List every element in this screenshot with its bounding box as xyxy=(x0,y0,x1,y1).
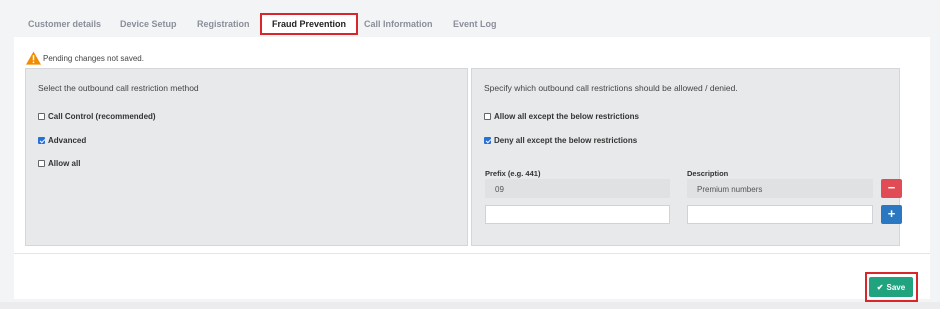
option-label: Advanced xyxy=(48,136,87,145)
divider xyxy=(14,253,930,254)
remove-row-button[interactable]: − xyxy=(881,179,902,198)
restrictions-title: Specify which outbound call restrictions… xyxy=(484,83,738,93)
allow-all-checkbox[interactable] xyxy=(38,160,45,167)
new-prefix-input[interactable] xyxy=(485,205,670,224)
description-field[interactable]: Premium numbers xyxy=(687,179,873,198)
description-label: Description xyxy=(687,169,729,178)
check-icon: ✔ xyxy=(876,282,884,292)
deny-all-except-checkbox[interactable] xyxy=(484,137,491,144)
option-label: Allow all except the below restrictions xyxy=(494,112,639,121)
option-advanced[interactable]: Advanced xyxy=(38,136,86,145)
tab-event-log[interactable]: Event Log xyxy=(453,19,497,29)
option-label: Call Control (recommended) xyxy=(48,112,156,121)
allow-all-except-checkbox[interactable] xyxy=(484,113,491,120)
warning-icon xyxy=(26,51,41,65)
save-button[interactable]: ✔ Save xyxy=(869,277,913,297)
prefix-label: Prefix (e.g. 441) xyxy=(485,169,541,178)
add-row-button[interactable]: + xyxy=(881,205,902,224)
option-call-control[interactable]: Call Control (recommended) xyxy=(38,112,156,121)
option-allow-all-except[interactable]: Allow all except the below restrictions xyxy=(484,112,639,121)
fraud-prevention-panel: Pending changes not saved. Select the ou… xyxy=(14,37,930,299)
tab-fraud-prevention[interactable]: Fraud Prevention xyxy=(260,13,359,35)
pending-changes-warning: Pending changes not saved. xyxy=(26,51,144,65)
restriction-method-box: Select the outbound call restriction met… xyxy=(25,68,468,246)
tab-bar: Customer details Device Setup Registrati… xyxy=(0,0,940,40)
option-label: Deny all except the below restrictions xyxy=(494,136,638,145)
prefix-field[interactable]: 09 xyxy=(485,179,670,198)
tab-registration[interactable]: Registration xyxy=(197,19,250,29)
option-label: Allow all xyxy=(48,159,81,168)
tab-customer-details[interactable]: Customer details xyxy=(28,19,101,29)
option-allow-all[interactable]: Allow all xyxy=(38,159,80,168)
warning-text: Pending changes not saved. xyxy=(43,53,144,63)
tab-call-information[interactable]: Call Information xyxy=(364,19,433,29)
restriction-method-title: Select the outbound call restriction met… xyxy=(38,83,199,93)
call-control-checkbox[interactable] xyxy=(38,113,45,120)
advanced-checkbox[interactable] xyxy=(38,137,45,144)
option-deny-all-except[interactable]: Deny all except the below restrictions xyxy=(484,136,637,145)
restrictions-box: Specify which outbound call restrictions… xyxy=(471,68,902,246)
tab-device-setup[interactable]: Device Setup xyxy=(120,19,177,29)
new-description-input[interactable] xyxy=(687,205,873,224)
footer-strip xyxy=(0,302,940,309)
save-label: Save xyxy=(886,282,906,292)
